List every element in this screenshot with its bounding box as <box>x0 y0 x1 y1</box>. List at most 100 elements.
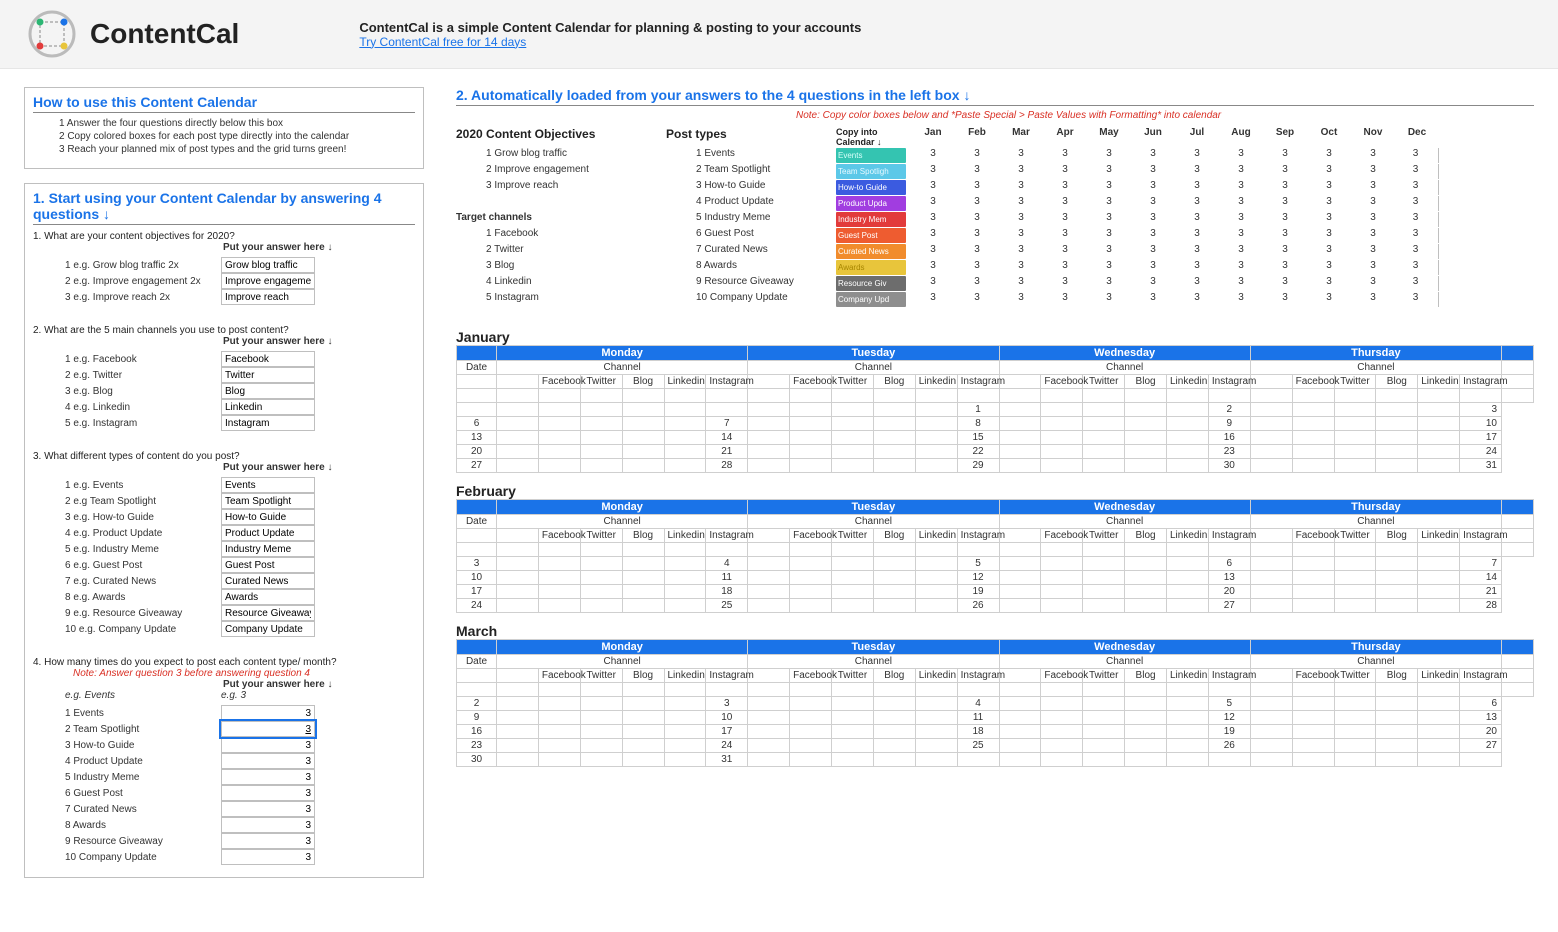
calendar-date-cell[interactable]: 23 <box>457 739 497 753</box>
calendar-slot[interactable] <box>538 753 580 767</box>
q1-input[interactable] <box>221 257 315 273</box>
calendar-slot[interactable] <box>622 753 664 767</box>
calendar-slot[interactable] <box>790 403 832 417</box>
summary-target-cell[interactable]: 3 <box>1263 212 1307 227</box>
calendar-slot[interactable] <box>873 417 915 431</box>
summary-target-cell[interactable]: 3 <box>1131 276 1175 291</box>
calendar-date-cell[interactable]: 9 <box>1208 417 1250 431</box>
summary-target-cell[interactable]: 3 <box>1131 228 1175 243</box>
calendar-slot[interactable] <box>1334 753 1376 767</box>
calendar-slot[interactable] <box>748 557 790 571</box>
summary-target-cell[interactable]: 3 <box>1351 228 1395 243</box>
calendar-slot[interactable] <box>1167 389 1209 403</box>
calendar-slot[interactable] <box>664 557 706 571</box>
summary-target-cell[interactable]: 3 <box>1263 196 1307 211</box>
calendar-slot[interactable] <box>580 697 622 711</box>
calendar-slot[interactable] <box>622 417 664 431</box>
calendar-slot[interactable] <box>538 739 580 753</box>
summary-target-cell[interactable]: 3 <box>1395 148 1439 163</box>
calendar-slot[interactable] <box>1125 557 1167 571</box>
color-chip[interactable]: Industry Mem <box>836 212 906 227</box>
calendar-slot[interactable] <box>748 753 790 767</box>
calendar-date-cell[interactable]: 16 <box>457 725 497 739</box>
calendar-slot[interactable] <box>832 403 874 417</box>
q2-input[interactable] <box>221 399 315 415</box>
summary-target-cell[interactable]: 3 <box>1351 180 1395 195</box>
calendar-date-cell[interactable]: 19 <box>957 585 999 599</box>
summary-target-cell[interactable]: 3 <box>911 180 955 195</box>
calendar-slot[interactable] <box>622 571 664 585</box>
calendar-slot[interactable] <box>790 417 832 431</box>
calendar-slot[interactable] <box>1083 571 1125 585</box>
summary-target-cell[interactable]: 3 <box>1087 292 1131 307</box>
summary-target-cell[interactable]: 3 <box>1087 244 1131 259</box>
summary-target-cell[interactable]: 3 <box>1307 196 1351 211</box>
q4-input[interactable] <box>221 705 315 721</box>
calendar-slot[interactable] <box>1125 543 1167 557</box>
calendar-slot[interactable] <box>1292 711 1334 725</box>
calendar-date-cell[interactable]: 25 <box>957 739 999 753</box>
calendar-slot[interactable] <box>1250 753 1292 767</box>
calendar-slot[interactable] <box>873 711 915 725</box>
summary-target-cell[interactable]: 3 <box>999 196 1043 211</box>
calendar-slot[interactable] <box>999 753 1041 767</box>
summary-target-cell[interactable]: 3 <box>999 164 1043 179</box>
calendar-slot[interactable] <box>790 459 832 473</box>
calendar-slot[interactable] <box>873 445 915 459</box>
calendar-slot[interactable] <box>748 599 790 613</box>
calendar-slot[interactable] <box>999 683 1041 697</box>
calendar-slot[interactable] <box>1250 683 1292 697</box>
calendar-slot[interactable] <box>1167 557 1209 571</box>
summary-target-cell[interactable]: 3 <box>1219 292 1263 307</box>
calendar-slot[interactable] <box>957 683 999 697</box>
calendar-slot[interactable] <box>832 711 874 725</box>
calendar-slot[interactable] <box>1125 445 1167 459</box>
calendar-slot[interactable] <box>538 459 580 473</box>
calendar-slot[interactable] <box>622 697 664 711</box>
calendar-slot[interactable] <box>1334 711 1376 725</box>
calendar-slot[interactable] <box>832 459 874 473</box>
calendar-slot[interactable] <box>832 585 874 599</box>
calendar-slot[interactable] <box>1125 571 1167 585</box>
summary-target-cell[interactable]: 3 <box>999 148 1043 163</box>
summary-target-cell[interactable]: 3 <box>1263 148 1307 163</box>
calendar-slot[interactable] <box>999 725 1041 739</box>
calendar-slot[interactable] <box>1376 389 1418 403</box>
summary-target-cell[interactable]: 3 <box>955 148 999 163</box>
summary-target-cell[interactable]: 3 <box>955 276 999 291</box>
calendar-date-cell[interactable]: 16 <box>1208 431 1250 445</box>
calendar-slot[interactable] <box>1125 739 1167 753</box>
calendar-end-cell[interactable]: 13 <box>1460 711 1502 725</box>
calendar-date-cell[interactable]: 17 <box>457 585 497 599</box>
calendar-slot[interactable] <box>832 739 874 753</box>
summary-target-cell[interactable]: 3 <box>1131 180 1175 195</box>
calendar-blank-row[interactable] <box>457 683 497 697</box>
calendar-slot[interactable] <box>1250 585 1292 599</box>
summary-target-cell[interactable]: 3 <box>955 196 999 211</box>
calendar-date-cell[interactable]: 6 <box>1208 557 1250 571</box>
calendar-date-cell[interactable]: 2 <box>457 697 497 711</box>
summary-target-cell[interactable]: 3 <box>1131 212 1175 227</box>
calendar-date-cell[interactable]: 8 <box>957 417 999 431</box>
calendar-slot[interactable] <box>1376 431 1418 445</box>
summary-target-cell[interactable]: 3 <box>1307 228 1351 243</box>
calendar-slot[interactable] <box>790 599 832 613</box>
calendar-slot[interactable] <box>580 571 622 585</box>
calendar-slot[interactable] <box>873 431 915 445</box>
calendar-slot[interactable] <box>1418 683 1460 697</box>
calendar-slot[interactable] <box>538 403 580 417</box>
calendar-slot[interactable] <box>1083 739 1125 753</box>
calendar-slot[interactable] <box>1125 711 1167 725</box>
calendar-slot[interactable] <box>580 543 622 557</box>
calendar-slot[interactable] <box>790 585 832 599</box>
calendar-slot[interactable] <box>1250 389 1292 403</box>
q3-input[interactable] <box>221 557 315 573</box>
calendar-slot[interactable] <box>1292 445 1334 459</box>
calendar-slot[interactable] <box>915 571 957 585</box>
calendar-slot[interactable] <box>1376 585 1418 599</box>
calendar-date-cell[interactable]: 13 <box>1208 571 1250 585</box>
calendar-slot[interactable] <box>1083 543 1125 557</box>
calendar-slot[interactable] <box>1167 585 1209 599</box>
calendar-slot[interactable] <box>999 557 1041 571</box>
calendar-slot[interactable] <box>873 753 915 767</box>
